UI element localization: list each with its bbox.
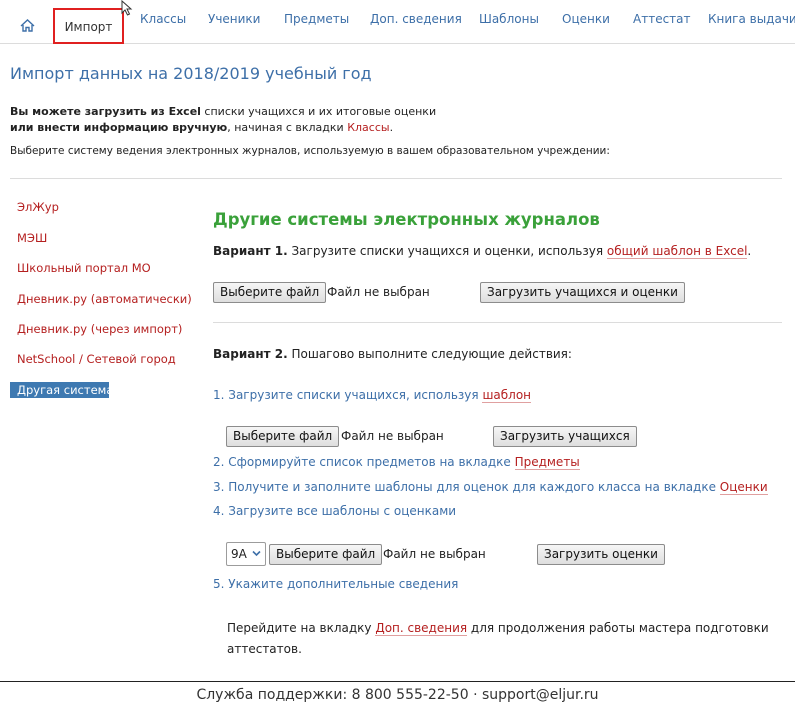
step-2: 2. Сформируйте список предметов на вклад…	[213, 455, 580, 470]
tab-templates[interactable]: Шаблоны	[479, 12, 539, 32]
step-3-text: 3. Получите и заполните шаблоны для оцен…	[213, 480, 720, 494]
tab-additional-info[interactable]: Доп. сведения	[370, 12, 462, 32]
variant-2-label: Вариант 2.	[213, 347, 288, 361]
subjects-tab-link[interactable]: Предметы	[514, 455, 580, 470]
variant-1-text: Вариант 1. Загрузите списки учащихся и о…	[213, 244, 752, 259]
no-file-label-3: Файл не выбран	[383, 547, 486, 561]
sidebar-item-netschool[interactable]: NetSchool / Сетевой город	[17, 352, 176, 366]
grades-tab-link[interactable]: Оценки	[719, 480, 768, 495]
variant-1-label: Вариант 1.	[213, 244, 288, 258]
classes-link[interactable]: Классы	[347, 121, 389, 134]
footer-support: Служба поддержки: 8 800 555-22-50 · supp…	[196, 687, 599, 703]
step-5: 5. Укажите дополнительные сведения	[213, 577, 458, 591]
intro-text: Вы можете загрузить из Excel списки учащ…	[10, 104, 436, 136]
step-1: 1. Загрузите списки учащихся, используя …	[213, 388, 532, 403]
sidebar-item-dnevnik-auto[interactable]: Дневник.ру (автоматически)	[17, 292, 192, 306]
sidebar-item-eljur[interactable]: ЭлЖур	[17, 200, 59, 214]
step-2-text: 2. Сформируйте список предметов на вклад…	[213, 455, 515, 469]
students-template-link[interactable]: шаблон	[482, 388, 532, 403]
tab-students[interactable]: Ученики	[208, 12, 260, 32]
sidebar-item-mesh[interactable]: МЭШ	[17, 231, 47, 245]
sidebar-item-other-system[interactable]: Другая система	[10, 382, 113, 398]
upload-students-grades-button[interactable]: Загрузить учащихся и оценки	[480, 282, 685, 303]
intro-end: .	[389, 121, 394, 134]
choose-file-button-2[interactable]: Выберите файл	[226, 426, 340, 447]
page-title: Импорт данных на 2018/2019 учебный год	[10, 64, 372, 83]
variant-2-description: Пошагово выполните следующие действия:	[287, 347, 572, 361]
no-file-label-2: Файл не выбран	[341, 429, 444, 443]
tab-grades[interactable]: Оценки	[562, 12, 610, 32]
para-text-1: Перейдите на вкладку	[227, 621, 376, 635]
step-5-text: 5. Укажите дополнительные сведения	[213, 577, 459, 591]
sidebar-item-dnevnik-import[interactable]: Дневник.ру (через импорт)	[17, 322, 182, 336]
tab-import-label: Импорт	[64, 20, 113, 34]
mouse-cursor-icon	[121, 0, 133, 16]
additional-info-paragraph: Перейдите на вкладку Доп. сведения для п…	[227, 618, 787, 660]
section-title: Другие системы электронных журналов	[213, 210, 600, 229]
class-select-value: 9А	[231, 547, 247, 561]
step-4-text: 4. Загрузите все шаблоны с оценками	[213, 504, 457, 518]
divider	[10, 178, 782, 179]
variant-1-end: .	[747, 244, 752, 258]
intro-line2-rest: , начиная с вкладки	[227, 121, 348, 134]
class-select[interactable]: 9А	[226, 542, 266, 566]
tab-issue-book[interactable]: Книга выдачи	[708, 12, 795, 32]
tab-classes[interactable]: Классы	[140, 12, 186, 32]
step-4: 4. Загрузите все шаблоны с оценками	[213, 504, 456, 518]
footer-divider	[0, 681, 795, 682]
sidebar-item-school-portal-mo[interactable]: Школьный портал МО	[17, 261, 151, 275]
upload-grades-button[interactable]: Загрузить оценки	[537, 544, 665, 565]
upload-students-button[interactable]: Загрузить учащихся	[493, 426, 637, 447]
chevron-down-icon	[252, 550, 261, 557]
home-icon[interactable]	[20, 19, 35, 32]
choose-file-button-3[interactable]: Выберите файл	[269, 544, 383, 565]
step-1-text: 1. Загрузите списки учащихся, используя	[213, 388, 483, 402]
excel-template-link[interactable]: общий шаблон в Excel	[606, 244, 748, 259]
additional-info-link[interactable]: Доп. сведения	[375, 621, 468, 636]
step-3: 3. Получите и заполните шаблоны для оцен…	[213, 480, 768, 495]
variant-1-description: Загрузите списки учащихся и оценки, испо…	[287, 244, 607, 258]
tab-import[interactable]: Импорт	[53, 8, 124, 44]
intro-line1-rest: списки учащихся и их итоговые оценки	[200, 105, 437, 118]
select-system-text: Выберите систему ведения электронных жур…	[10, 145, 610, 157]
tab-certificate[interactable]: Аттестат	[633, 12, 691, 32]
intro-line2-bold: или внести информацию вручную	[10, 121, 228, 134]
variant-2-text: Вариант 2. Пошагово выполните следующие …	[213, 347, 572, 361]
no-file-label-1: Файл не выбран	[327, 285, 430, 299]
tab-subjects[interactable]: Предметы	[284, 12, 349, 32]
intro-line1-bold: Вы можете загрузить из Excel	[10, 105, 201, 118]
choose-file-button-1[interactable]: Выберите файл	[213, 282, 327, 303]
divider	[213, 322, 782, 323]
